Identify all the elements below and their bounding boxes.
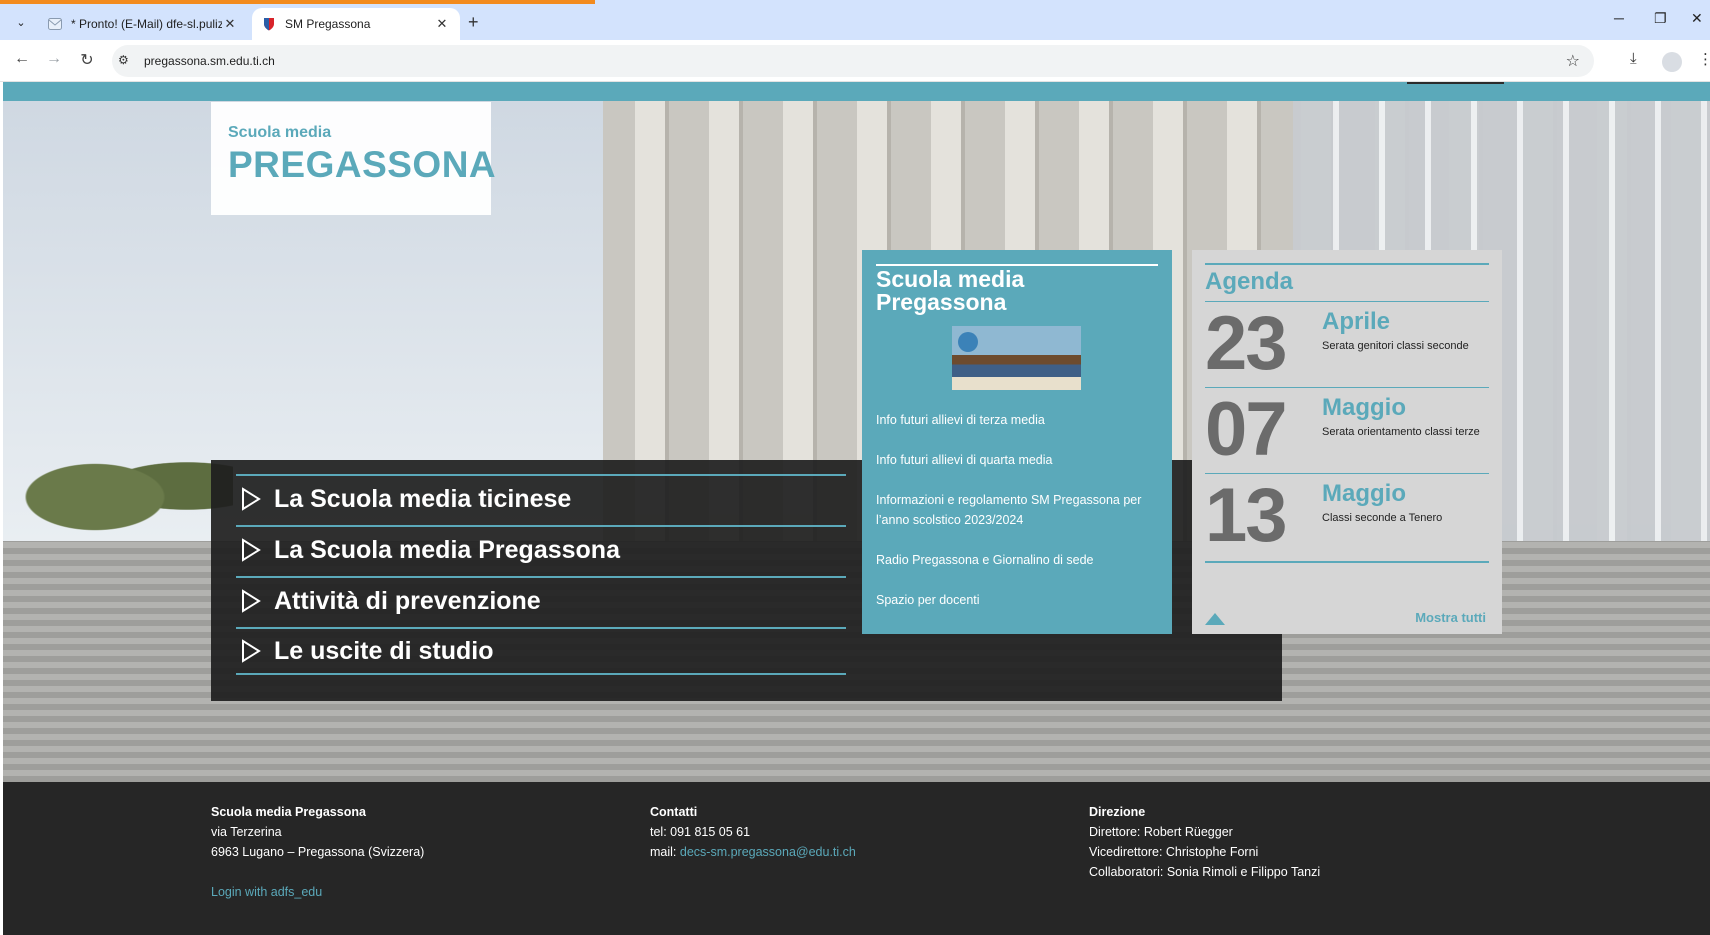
menu-item-scuola-media-pregassona[interactable]: La Scuola media Pregassona xyxy=(236,525,846,573)
address-bar[interactable]: ⚙ pregassona.sm.edu.ti.ch ☆ xyxy=(112,45,1594,77)
agenda-day: 23 xyxy=(1205,301,1288,386)
logo-title: PREGASSONA xyxy=(228,144,497,185)
menu-item-label: Attività di prevenzione xyxy=(274,586,541,615)
school-shield-favicon-icon xyxy=(262,17,276,31)
show-all-link[interactable]: Mostra tutti xyxy=(1415,610,1486,625)
profile-avatar[interactable] xyxy=(1662,52,1682,72)
back-arrow-icon[interactable]: ← xyxy=(12,50,32,68)
books-thumbnail-image[interactable] xyxy=(952,326,1081,390)
menu-item-attivita-prevenzione[interactable]: Attività di prevenzione xyxy=(236,576,846,624)
web-page: Scuola media PREGASSONA La Scuola media … xyxy=(0,82,1710,935)
infobox-links: Info futuri allievi di terza media Info … xyxy=(876,410,1158,630)
info-link[interactable]: Info futuri allievi di terza media xyxy=(876,410,1158,430)
play-arrow-icon xyxy=(242,639,261,663)
agenda-month: Maggio xyxy=(1322,480,1406,507)
email-favicon-icon xyxy=(48,17,62,31)
browser-toolbar: ← → ↻ ⚙ pregassona.sm.edu.ti.ch ☆ ⤓ ⋮ xyxy=(0,40,1710,82)
loading-bar xyxy=(0,0,595,4)
info-link[interactable]: Info futuri allievi di quarta media xyxy=(876,450,1158,470)
url-text[interactable]: pregassona.sm.edu.ti.ch xyxy=(144,54,275,68)
menu-item-scuola-media-ticinese[interactable]: La Scuola media ticinese xyxy=(236,474,846,522)
agenda-description: Classi seconde a Tenero xyxy=(1322,512,1443,524)
agenda-month: Maggio xyxy=(1322,394,1406,421)
agenda-day: 13 xyxy=(1205,473,1288,558)
footer-vice-director: Vicedirettore: Christophe Forni xyxy=(1089,845,1259,859)
tab-close-icon[interactable]: ✕ xyxy=(222,16,238,32)
site-logo[interactable]: Scuola media PREGASSONA xyxy=(211,102,496,215)
play-arrow-icon xyxy=(242,589,261,613)
menu-item-label: La Scuola media ticinese xyxy=(274,484,572,513)
tab-title: * Pronto! (E-Mail) dfe-sl.pulizia xyxy=(71,17,222,31)
agenda-day: 07 xyxy=(1205,387,1288,472)
mail-prefix: mail: xyxy=(650,845,680,859)
info-link[interactable]: Informazioni e regolamento SM Pregassona… xyxy=(876,490,1158,530)
agenda-entry[interactable]: 23 Aprile Serata genitori classi seconde xyxy=(1205,301,1489,387)
site-footer: Scuola media Pregassona via Terzerina 69… xyxy=(3,782,1710,935)
footer-street: via Terzerina xyxy=(211,825,282,839)
mail-link[interactable]: decs-sm.pregassona@edu.ti.ch xyxy=(680,845,856,859)
download-icon[interactable]: ⤓ xyxy=(1630,50,1637,67)
menu-item-label: La Scuola media Pregassona xyxy=(274,535,620,564)
close-window-icon[interactable]: ✕ xyxy=(1691,10,1703,27)
tab-close-icon[interactable]: ✕ xyxy=(434,16,450,32)
tab-pronto-email[interactable]: * Pronto! (E-Mail) dfe-sl.pulizia ✕ xyxy=(38,8,248,40)
footer-school-column: Scuola media Pregassona via Terzerina 69… xyxy=(211,802,424,902)
scroll-up-triangle-icon[interactable] xyxy=(1205,613,1225,625)
menu-item-label: Le uscite di studio xyxy=(274,636,494,665)
menu-kebab-icon[interactable]: ⋮ xyxy=(1698,50,1710,68)
menu-item-uscite-studio[interactable]: Le uscite di studio xyxy=(236,627,846,675)
school-info-box: Scuola media Pregassona Info futuri alli… xyxy=(862,250,1172,634)
tab-search-chevron-icon[interactable]: ⌄ xyxy=(10,11,32,33)
agenda-title: Agenda xyxy=(1205,268,1294,295)
agenda-entry[interactable]: 07 Maggio Serata orientamento classi ter… xyxy=(1205,387,1489,473)
footer-heading: Scuola media Pregassona xyxy=(211,805,366,819)
tab-title: SM Pregassona xyxy=(285,17,371,31)
new-tab-plus-icon[interactable]: + xyxy=(468,12,479,33)
tab-sm-pregassona[interactable]: SM Pregassona ✕ xyxy=(252,8,460,40)
minimize-icon[interactable]: ─ xyxy=(1614,10,1624,26)
footer-mail-line: mail: decs-sm.pregassona@edu.ti.ch xyxy=(650,842,856,862)
infobox-heading: Scuola media Pregassona xyxy=(876,266,1025,315)
globe-icon xyxy=(958,332,978,352)
agenda-rule xyxy=(1205,561,1489,563)
info-link[interactable]: Radio Pregassona e Giornalino di sede xyxy=(876,550,1158,570)
footer-contacts-column: Contatti tel: 091 815 05 61 mail: decs-s… xyxy=(650,802,856,862)
top-band xyxy=(3,82,1710,101)
logo-subtitle: Scuola media xyxy=(228,124,332,141)
agenda-entry[interactable]: 13 Maggio Classi seconde a Tenero xyxy=(1205,473,1489,559)
agenda-box: Agenda 23 Aprile Serata genitori classi … xyxy=(1192,250,1502,634)
restore-icon[interactable]: ❐ xyxy=(1654,10,1667,27)
tab-strip: ⌄ * Pronto! (E-Mail) dfe-sl.pulizia ✕ SM… xyxy=(0,0,1710,40)
top-band-marker xyxy=(1407,82,1504,84)
browser-window: ⌄ * Pronto! (E-Mail) dfe-sl.pulizia ✕ SM… xyxy=(0,0,1710,935)
footer-direction-column: Direzione Direttore: Robert Rüegger Vice… xyxy=(1089,802,1320,882)
footer-heading: Direzione xyxy=(1089,805,1146,819)
site-settings-icon[interactable]: ⚙ xyxy=(118,53,129,67)
agenda-rule xyxy=(1205,263,1489,265)
agenda-month: Aprile xyxy=(1322,308,1391,335)
forward-arrow-icon[interactable]: → xyxy=(44,50,64,68)
footer-collaborators: Collaboratori: Sonia Rimoli e Filippo Ta… xyxy=(1089,865,1321,879)
hero-trees xyxy=(3,431,233,541)
footer-city: 6963 Lugano – Pregassona (Svizzera) xyxy=(211,845,425,859)
footer-phone: tel: 091 815 05 61 xyxy=(650,825,751,839)
reload-icon[interactable]: ↻ xyxy=(77,50,97,70)
info-link[interactable]: Spazio per docenti xyxy=(876,590,1158,610)
footer-heading: Contatti xyxy=(650,805,698,819)
footer-director: Direttore: Robert Rüegger xyxy=(1089,825,1233,839)
play-arrow-icon xyxy=(242,487,261,511)
play-arrow-icon xyxy=(242,538,261,562)
bookmark-star-icon[interactable]: ☆ xyxy=(1566,51,1580,71)
agenda-description: Serata orientamento classi terze xyxy=(1322,426,1480,438)
agenda-description: Serata genitori classi seconde xyxy=(1322,340,1469,352)
login-link[interactable]: Login with adfs_edu xyxy=(211,882,424,902)
